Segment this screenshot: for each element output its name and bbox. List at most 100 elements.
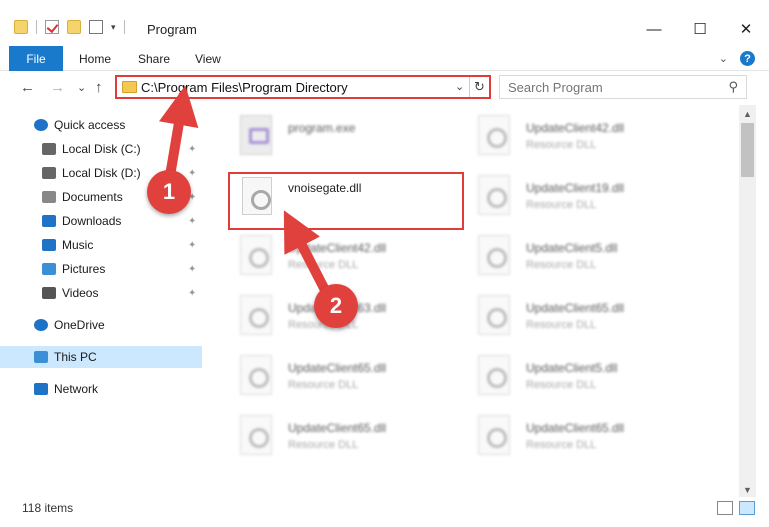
file-type: Resource DLL — [526, 439, 597, 451]
file-item[interactable]: UpdateClient5.dll Resource DLL — [460, 351, 690, 401]
step-2-callout: 2 — [314, 284, 358, 328]
sidebar-item-label: OneDrive — [54, 318, 105, 332]
file-item[interactable]: UpdateClient65.dll Resource DLL — [222, 351, 452, 401]
forward-arrow-icon[interactable]: → — [50, 79, 65, 96]
customize-toolbar-icon[interactable] — [89, 20, 103, 34]
tab-file[interactable]: File — [9, 46, 63, 71]
status-bar: 118 items — [0, 497, 769, 527]
minimize-button[interactable]: — — [631, 14, 677, 44]
file-type: Resource DLL — [288, 259, 359, 271]
file-item[interactable]: UpdateClient42.dll Resource DLL — [460, 111, 690, 161]
file-name: UpdateClient65.dll — [288, 361, 387, 375]
ribbon-right-controls: ⌄ ? — [719, 51, 755, 66]
sidebar-item-label: Pictures — [62, 262, 106, 276]
sidebar-item-videos[interactable]: Videos ✦ — [0, 282, 202, 304]
recent-locations-icon[interactable]: ⌄ — [77, 81, 86, 94]
computer-icon — [34, 351, 48, 363]
documents-icon — [42, 191, 56, 203]
file-item[interactable]: UpdateClient65.dll Resource DLL — [460, 411, 690, 461]
tab-view[interactable]: View — [195, 52, 221, 66]
dll-file-icon — [240, 295, 272, 335]
tab-share[interactable]: Share — [138, 52, 170, 66]
refresh-icon[interactable]: ↻ — [474, 79, 485, 95]
star-icon — [34, 119, 48, 131]
dll-file-icon — [240, 235, 272, 275]
properties-check-icon[interactable] — [45, 20, 59, 34]
pin-icon[interactable]: ✦ — [188, 288, 196, 299]
file-item[interactable]: UpdateClient42.dll Resource DLL — [222, 231, 452, 281]
help-icon[interactable]: ? — [740, 51, 755, 66]
details-view-icon[interactable] — [717, 501, 733, 515]
toolbar-dropdown-icon[interactable]: ▾ — [111, 22, 116, 33]
sidebar-item-network[interactable]: Network — [0, 378, 202, 400]
pin-icon[interactable]: ✦ — [188, 144, 196, 155]
file-type: Resource DLL — [526, 319, 597, 331]
file-item[interactable]: UpdateClient5.dll Resource DLL — [460, 231, 690, 281]
file-item[interactable]: program.exe — [222, 111, 452, 161]
address-separator — [469, 77, 470, 97]
tab-home[interactable]: Home — [79, 52, 111, 66]
dll-file-icon — [478, 295, 510, 335]
sidebar-item-local-disk-c[interactable]: Local Disk (C:) ✦ — [0, 138, 202, 160]
file-type: Resource DLL — [526, 139, 597, 151]
file-item[interactable]: UpdateClient65.dll Resource DLL — [460, 291, 690, 341]
file-name: UpdateClient65.dll — [288, 421, 387, 435]
view-toggle — [717, 501, 755, 515]
sidebar-item-label: Network — [54, 382, 99, 396]
file-type: Resource DLL — [526, 199, 597, 211]
close-button[interactable]: ✕ — [723, 14, 769, 44]
pictures-icon — [42, 263, 56, 275]
maximize-button[interactable]: ☐ — [677, 14, 723, 44]
window-controls: — ☐ ✕ — [631, 14, 769, 44]
pin-icon[interactable]: ✦ — [188, 264, 196, 275]
file-name: UpdateClient19.dll — [526, 181, 625, 195]
search-icon[interactable]: ⚲ — [728, 79, 738, 95]
search-input[interactable] — [508, 79, 708, 95]
search-box[interactable]: ⚲ — [499, 75, 747, 99]
pin-icon[interactable]: ✦ — [188, 216, 196, 227]
sidebar-item-pictures[interactable]: Pictures ✦ — [0, 258, 202, 280]
file-item[interactable]: UpdateClient65.dll Resource DLL — [222, 411, 452, 461]
sidebar-item-quick-access[interactable]: Quick access — [0, 114, 202, 136]
expand-ribbon-icon[interactable]: ⌄ — [719, 52, 728, 65]
address-row: ← → ⌄ ↑ C:\Program Files\Program Directo… — [0, 71, 769, 105]
cloud-icon — [34, 319, 48, 331]
network-icon — [34, 383, 48, 395]
file-type: Resource DLL — [526, 259, 597, 271]
address-bar[interactable]: C:\Program Files\Program Directory ⌄ ↻ — [115, 75, 491, 99]
downloads-icon — [42, 215, 56, 227]
dll-file-icon — [240, 355, 272, 395]
title-bar: ▾ Program — ☐ ✕ — [0, 0, 769, 44]
file-type: Resource DLL — [526, 379, 597, 391]
pin-icon[interactable]: ✦ — [188, 240, 196, 251]
sidebar-item-label: Quick access — [54, 118, 126, 132]
large-icons-view-icon[interactable] — [739, 501, 755, 515]
file-name: UpdateClient5.dll — [526, 241, 618, 255]
navigation-pane: Quick access Local Disk (C:) ✦ Local Disk (… — [0, 105, 210, 493]
up-arrow-icon[interactable]: ↑ — [95, 79, 103, 96]
address-path[interactable]: C:\Program Files\Program Directory — [141, 80, 348, 95]
vertical-scrollbar[interactable]: ▲ ▼ — [739, 105, 756, 497]
back-arrow-icon[interactable]: ← — [20, 79, 35, 96]
dll-file-icon — [478, 175, 510, 215]
sidebar-item-music[interactable]: Music ✦ — [0, 234, 202, 256]
step-1-callout: 1 — [147, 170, 191, 214]
dll-file-icon — [478, 355, 510, 395]
pin-icon[interactable]: ✦ — [188, 168, 196, 179]
sidebar-item-label: Music — [62, 238, 94, 252]
drive-icon — [42, 143, 56, 155]
dll-file-icon — [240, 415, 272, 455]
file-item[interactable]: UpdateClient19.dll Resource DLL — [460, 171, 690, 221]
sidebar-item-label: Videos — [62, 286, 99, 300]
scroll-down-icon[interactable]: ▼ — [743, 485, 752, 495]
scroll-up-icon[interactable]: ▲ — [743, 109, 752, 119]
folder-icon — [122, 81, 137, 93]
sidebar-item-onedrive[interactable]: OneDrive — [0, 314, 202, 336]
address-dropdown-icon[interactable]: ⌄ — [455, 80, 464, 93]
highlight-box — [228, 172, 464, 230]
scroll-thumb[interactable] — [741, 123, 754, 177]
sidebar-item-this-pc[interactable]: This PC — [0, 346, 202, 368]
new-folder-icon[interactable] — [67, 20, 81, 34]
folder-icon — [14, 20, 28, 34]
dll-file-icon — [478, 235, 510, 275]
